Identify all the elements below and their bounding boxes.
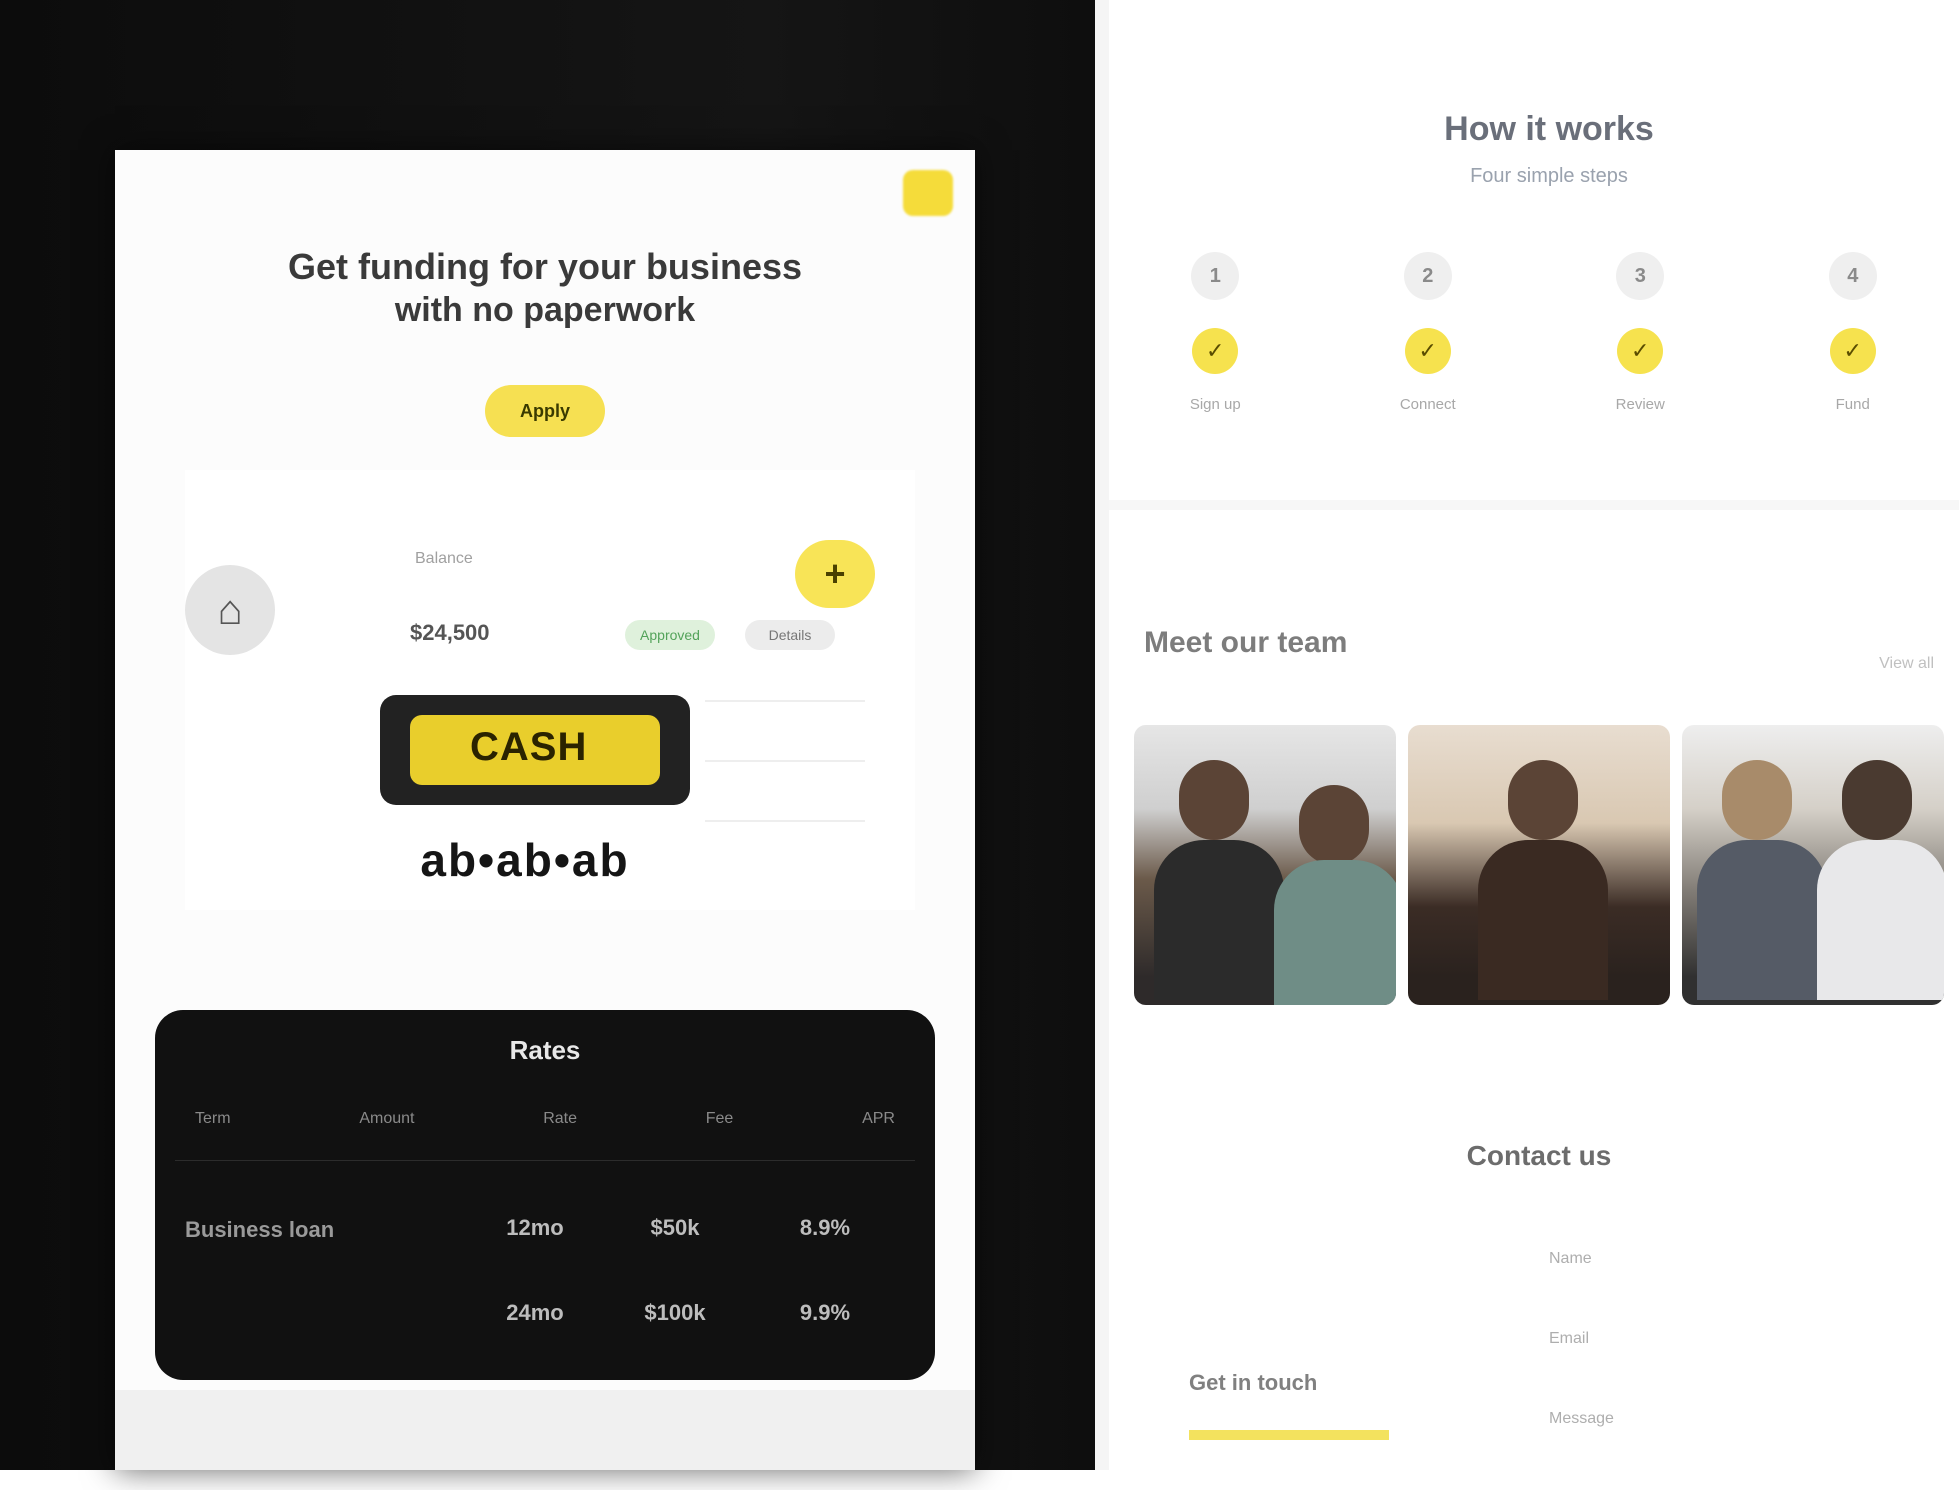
- apply-button[interactable]: Apply: [485, 385, 605, 437]
- hero-heading-line2: with no paperwork: [394, 291, 696, 329]
- step-number: 1: [1191, 252, 1240, 300]
- tab-fee[interactable]: Fee: [696, 1102, 744, 1142]
- account-card: ⌂ Balance $24,500 Approved Details + CAS…: [185, 470, 915, 910]
- divider: [705, 700, 865, 702]
- person-head: [1842, 760, 1912, 840]
- panel-title: Rates: [509, 1035, 581, 1065]
- status-badge-approved: Approved: [625, 620, 715, 650]
- table-cell: 8.9%: [799, 1215, 851, 1240]
- person-body: [1817, 840, 1944, 1000]
- balance-amount: $24,500: [410, 620, 490, 645]
- contact-label: Get in touch: [1189, 1370, 1318, 1395]
- tab-apr[interactable]: APR: [852, 1102, 905, 1142]
- tab-rate[interactable]: Rate: [533, 1102, 587, 1142]
- hero-heading: Get funding for your business with no pa…: [265, 245, 825, 331]
- table-cell: $100k: [644, 1300, 706, 1325]
- page-subtitle: Four simple steps: [1470, 165, 1628, 187]
- person-head: [1299, 785, 1369, 865]
- person-head: [1179, 760, 1249, 840]
- brand-badge: CASH: [380, 695, 690, 805]
- rates-panel: Rates Term Amount Rate Fee APR Business …: [155, 1010, 935, 1380]
- steps-row: 1 ✓ Sign up 2 ✓ Connect 3 ✓ Review 4 ✓ F…: [1109, 240, 1959, 470]
- table-cell: 9.9%: [799, 1300, 851, 1325]
- accent-underline: [1189, 1430, 1389, 1440]
- step-item: 3 ✓ Review: [1560, 240, 1720, 470]
- tab-amount[interactable]: Amount: [349, 1102, 424, 1142]
- step-number: 4: [1828, 252, 1877, 300]
- person-body: [1274, 860, 1396, 1005]
- team-photo: [1408, 725, 1670, 1005]
- contact-heading: Contact us: [1466, 1140, 1612, 1171]
- name-field[interactable]: Name: [1549, 1250, 1909, 1268]
- person-body: [1478, 840, 1608, 1000]
- page-title: How it works: [1444, 110, 1654, 148]
- check-icon: ✓: [1829, 328, 1876, 374]
- add-button[interactable]: +: [795, 540, 875, 608]
- web-page: How it works Four simple steps 1 ✓ Sign …: [1095, 0, 1960, 1470]
- divider: [705, 820, 865, 822]
- view-all-link[interactable]: View all: [1879, 655, 1934, 673]
- check-icon: ✓: [1192, 328, 1239, 374]
- step-label: Sign up: [1189, 396, 1241, 413]
- table-cell: 12mo: [506, 1215, 564, 1240]
- phone-screen: Get funding for your business with no pa…: [115, 150, 975, 1470]
- section-divider: [1109, 500, 1959, 510]
- person-body: [1154, 840, 1284, 1000]
- team-photo: [1682, 725, 1944, 1005]
- menu-icon[interactable]: [903, 170, 953, 216]
- step-label: Connect: [1399, 396, 1456, 413]
- table-cell: $50k: [650, 1215, 700, 1240]
- team-photos: [1134, 725, 1944, 1005]
- brand-wordmark: ab•ab•ab: [420, 834, 630, 886]
- details-chip[interactable]: Details: [745, 620, 835, 650]
- step-number: 3: [1616, 252, 1665, 300]
- contact-form: Name Email Message: [1549, 1250, 1909, 1490]
- table-cell: 24mo: [506, 1300, 564, 1325]
- badge-text: CASH: [470, 725, 588, 769]
- email-field[interactable]: Email: [1549, 1330, 1909, 1348]
- wallet-icon: ⌂: [185, 565, 275, 655]
- bottom-strip: [115, 1390, 975, 1470]
- divider: [705, 760, 865, 762]
- team-heading: Meet our team: [1144, 626, 1348, 659]
- person-head: [1508, 760, 1578, 840]
- hero-heading-line1: Get funding for your business: [287, 246, 803, 287]
- step-label: Fund: [1835, 396, 1870, 413]
- step-item: 2 ✓ Connect: [1348, 240, 1508, 470]
- panel-tabs: Term Amount Rate Fee APR: [185, 1102, 905, 1142]
- check-icon: ✓: [1404, 328, 1451, 374]
- step-label: Review: [1615, 396, 1665, 413]
- person-head: [1722, 760, 1792, 840]
- balance-label: Balance: [415, 550, 473, 567]
- step-item: 4 ✓ Fund: [1773, 240, 1933, 470]
- message-field[interactable]: Message: [1549, 1410, 1909, 1428]
- divider: [175, 1160, 915, 1161]
- step-number: 2: [1403, 252, 1452, 300]
- team-photo: [1134, 725, 1396, 1005]
- mockup-frame: Get funding for your business with no pa…: [0, 0, 1095, 1470]
- tab-term[interactable]: Term: [185, 1102, 241, 1142]
- step-item: 1 ✓ Sign up: [1135, 240, 1295, 470]
- check-icon: ✓: [1617, 328, 1664, 374]
- person-body: [1697, 840, 1827, 1000]
- row-label: Business loan: [185, 1217, 335, 1242]
